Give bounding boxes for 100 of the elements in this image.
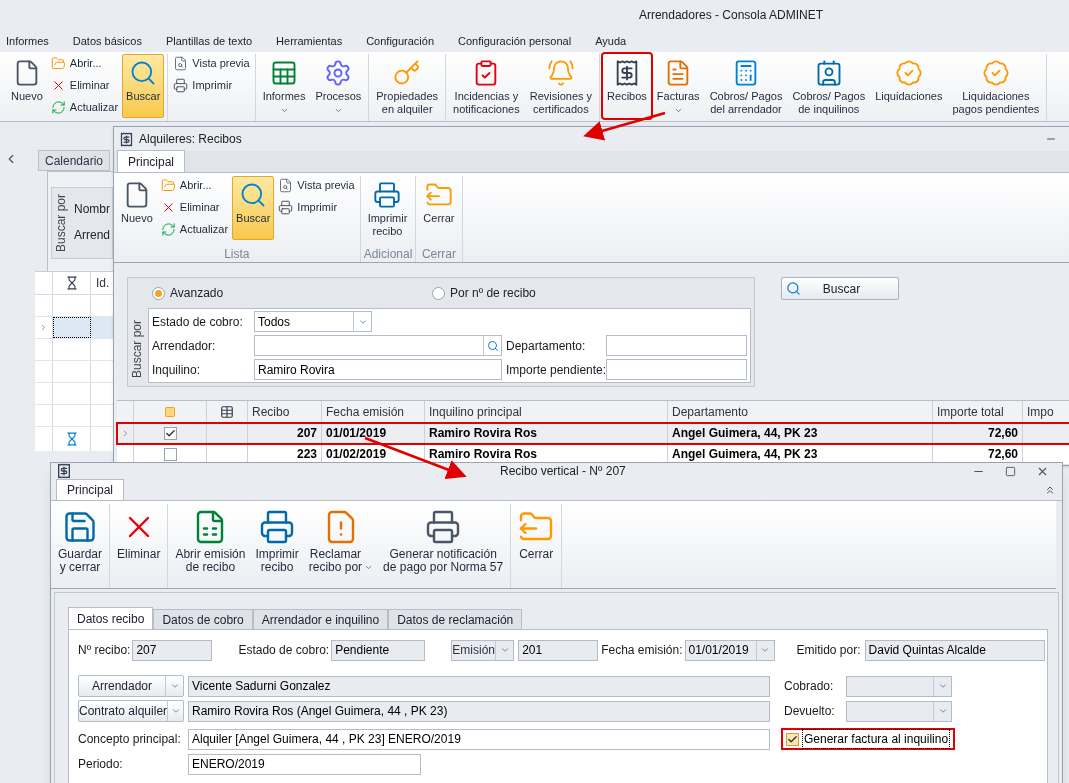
caret-icon bbox=[937, 706, 948, 716]
ribbon-button[interactable]: Recibos bbox=[603, 54, 651, 118]
ribbon-button[interactable]: Nuevo bbox=[7, 54, 47, 118]
ribbon-button[interactable]: Abrir emisión de recibo bbox=[171, 504, 250, 588]
selected-cell[interactable] bbox=[91, 317, 113, 338]
ribbon-button[interactable]: Liquidaciones bbox=[871, 54, 947, 118]
radio-option[interactable]: Por nº de recibo bbox=[432, 284, 536, 302]
tab[interactable]: Principal bbox=[56, 479, 125, 500]
input-field[interactable]: Ramiro Rovira bbox=[254, 359, 502, 380]
dropdown-button[interactable]: Arrendador bbox=[78, 675, 184, 697]
field-label: Cobrado: bbox=[784, 678, 835, 695]
checkbox[interactable] bbox=[786, 732, 799, 746]
input-field[interactable]: 201 bbox=[518, 639, 599, 661]
input-field[interactable] bbox=[254, 335, 502, 356]
printer-icon bbox=[278, 200, 294, 215]
ribbon-button[interactable]: Incidencias y notificaciones bbox=[449, 54, 524, 118]
dropdown-field[interactable] bbox=[846, 700, 952, 722]
refresh-icon bbox=[50, 100, 66, 115]
window-title: Recibo vertical - Nº 207 bbox=[500, 463, 626, 480]
ribbon-button[interactable]: Liquidaciones pagos pendientes bbox=[948, 54, 1044, 118]
ribbon-button[interactable]: Abrir... bbox=[158, 176, 231, 195]
ribbon-button[interactable]: Actualizar bbox=[48, 98, 121, 117]
caret-icon bbox=[499, 645, 510, 655]
ribbon-button[interactable]: Eliminar bbox=[113, 504, 165, 588]
save-icon bbox=[62, 509, 98, 545]
dropdown-field[interactable]: Todos bbox=[254, 311, 372, 332]
ribbon-button[interactable]: Reclamar recibo por bbox=[304, 504, 378, 588]
menu-item[interactable]: Configuración personal bbox=[458, 32, 572, 50]
input-field[interactable]: Ramiro Rovira Ros (Angel Guimera, 44 , PK 23) bbox=[188, 700, 770, 722]
ribbon-button[interactable]: Buscar bbox=[232, 176, 275, 240]
menu-item[interactable]: Plantillas de texto bbox=[165, 32, 253, 50]
menu-item[interactable]: Herramientas bbox=[276, 32, 343, 50]
menu-item[interactable]: Configuración bbox=[366, 32, 434, 50]
input-field[interactable]: Vicente Sadurni Gonzalez bbox=[188, 675, 770, 697]
tab[interactable]: Principal bbox=[117, 150, 186, 172]
ribbon-button[interactable]: Generar notificación de pago por Norma 57 bbox=[379, 504, 508, 588]
ribbon-button[interactable]: Imprimir recibo bbox=[251, 504, 303, 588]
tab[interactable]: Arrendador e inquilino bbox=[252, 609, 389, 629]
tab[interactable]: Datos recibo bbox=[68, 607, 154, 629]
search-button[interactable]: Buscar bbox=[781, 277, 899, 300]
input-field[interactable]: 01/01/2019 bbox=[684, 639, 775, 661]
menu-item[interactable]: Informes bbox=[6, 32, 49, 50]
field-label: Arrend bbox=[74, 227, 111, 244]
ribbon-button[interactable]: Actualizar bbox=[158, 220, 231, 239]
tab[interactable]: Datos de reclamación bbox=[388, 609, 523, 629]
radio-option[interactable]: Avanzado bbox=[152, 284, 432, 302]
input-field[interactable]: ENERO/2019 bbox=[188, 753, 421, 775]
ribbon-button[interactable]: Eliminar bbox=[48, 76, 121, 95]
checkbox[interactable] bbox=[163, 447, 177, 461]
ribbon-button[interactable]: Cerrar bbox=[514, 504, 559, 588]
dropdown-button[interactable]: Contrato alquiler bbox=[78, 700, 184, 722]
input-field[interactable] bbox=[606, 335, 747, 356]
ribbon-button[interactable]: Cobros/ Pagos de inquilinos bbox=[788, 54, 870, 118]
input-field[interactable]: Pendiente bbox=[331, 639, 426, 661]
maximize-icon[interactable] bbox=[1005, 465, 1016, 477]
caret-icon bbox=[760, 645, 770, 655]
input-field[interactable]: David Quintas Alcalde bbox=[864, 639, 1045, 661]
spreadsheet-icon bbox=[270, 59, 298, 87]
input-field[interactable] bbox=[606, 359, 747, 380]
tab[interactable]: Datos de cobro bbox=[153, 609, 253, 629]
ribbon-button[interactable]: Propiedades en alquiler bbox=[372, 54, 443, 118]
table-cell: 72,60 bbox=[933, 423, 1023, 443]
caret-icon bbox=[169, 681, 180, 691]
ribbon-button[interactable]: Imprimir bbox=[276, 198, 357, 217]
dropdown-button[interactable]: Emisión bbox=[451, 639, 515, 661]
ribbon-button[interactable]: Imprimir recibo bbox=[363, 176, 412, 240]
ribbon-button[interactable]: Cobros/ Pagos del arrendador bbox=[705, 54, 787, 118]
checkbox[interactable] bbox=[163, 426, 177, 440]
field-label: Devuelto: bbox=[784, 703, 836, 720]
group-label: Buscar por bbox=[53, 193, 69, 254]
field-label: Nº recibo: bbox=[78, 642, 131, 659]
ribbon-button[interactable]: Cerrar bbox=[419, 176, 459, 240]
checkbox-icon[interactable] bbox=[164, 405, 176, 418]
table-row[interactable]: 207 01/01/2019 Ramiro Rovira Ros Angel Guimera, 44, PK 23 72,60 bbox=[117, 423, 1069, 444]
ribbon-button[interactable]: Buscar bbox=[122, 54, 165, 118]
ribbon-button[interactable]: Vista previa bbox=[276, 176, 357, 195]
printer-icon bbox=[173, 78, 189, 93]
preview-icon bbox=[173, 56, 189, 71]
menu-item[interactable]: Datos básicos bbox=[72, 32, 142, 50]
ribbon-button[interactable]: Eliminar bbox=[158, 198, 231, 217]
collapse-icon[interactable] bbox=[1044, 484, 1056, 496]
ribbon-button[interactable]: Vista previa bbox=[171, 54, 252, 73]
input-field[interactable]: Alquiler [Angel Guimera, 44 , PK 23] ENERO/2019 bbox=[188, 728, 770, 750]
ribbon-button[interactable]: Informes bbox=[258, 54, 310, 118]
dropdown-field[interactable] bbox=[846, 675, 952, 697]
field-label: Concepto principal: bbox=[78, 731, 182, 748]
ribbon-button[interactable]: Imprimir bbox=[171, 76, 252, 95]
checkbox-option[interactable]: Generar factura al inquilino bbox=[781, 728, 956, 750]
input-field[interactable]: 207 bbox=[132, 639, 213, 661]
selected-cell[interactable] bbox=[53, 317, 91, 338]
tab[interactable]: Calendario bbox=[38, 150, 111, 171]
group-caption: Lista bbox=[223, 246, 251, 262]
ribbon-button[interactable]: Guardar y cerrar bbox=[54, 504, 107, 588]
ribbon-button[interactable]: Revisiones y certificados bbox=[525, 54, 597, 118]
ribbon-button[interactable]: Nuevo bbox=[117, 176, 157, 240]
menu-item[interactable]: Ayuda bbox=[595, 32, 627, 50]
ribbon-button[interactable]: Procesos bbox=[311, 54, 366, 118]
ribbon-button[interactable]: Abrir... bbox=[48, 54, 121, 73]
ribbon-button[interactable]: Facturas bbox=[652, 54, 704, 118]
caret-icon bbox=[279, 106, 289, 115]
